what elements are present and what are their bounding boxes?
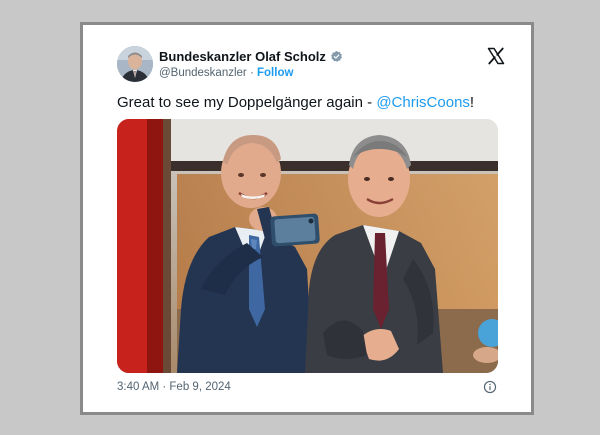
author-handle[interactable]: @Bundeskanzler <box>159 67 247 79</box>
info-icon[interactable] <box>483 380 497 394</box>
handle-row: @Bundeskanzler · Follow <box>159 66 343 81</box>
tweet-text-end: ! <box>469 94 475 111</box>
tweet-photo[interactable] <box>117 119 498 373</box>
avatar-image <box>117 46 153 82</box>
tweet-card: Bundeskanzler Olaf Scholz @Bundeskanzler… <box>83 25 531 412</box>
follow-button[interactable]: Follow <box>257 67 293 79</box>
author-name-row: Bundeskanzler Olaf Scholz <box>159 49 343 64</box>
tweet-timestamp[interactable]: 3:40 AM · Feb 9, 2024 <box>117 381 231 393</box>
tweet-author: Bundeskanzler Olaf Scholz @Bundeskanzler… <box>159 49 343 81</box>
verified-badge-icon <box>330 50 342 62</box>
tweet-text-body: Great to see my Doppelgänger again - <box>117 94 377 111</box>
handle-separator: · <box>249 67 254 79</box>
mention-link[interactable]: @ChrisCoons <box>376 94 470 111</box>
tweet-text: Great to see my Doppelgänger again - @Ch… <box>117 94 474 111</box>
tweet-photo-image <box>117 119 498 373</box>
screenshot-frame: Bundeskanzler Olaf Scholz @Bundeskanzler… <box>80 22 534 415</box>
author-name[interactable]: Bundeskanzler Olaf Scholz <box>159 49 326 64</box>
avatar[interactable] <box>117 46 153 82</box>
x-logo-icon[interactable] <box>487 47 505 65</box>
